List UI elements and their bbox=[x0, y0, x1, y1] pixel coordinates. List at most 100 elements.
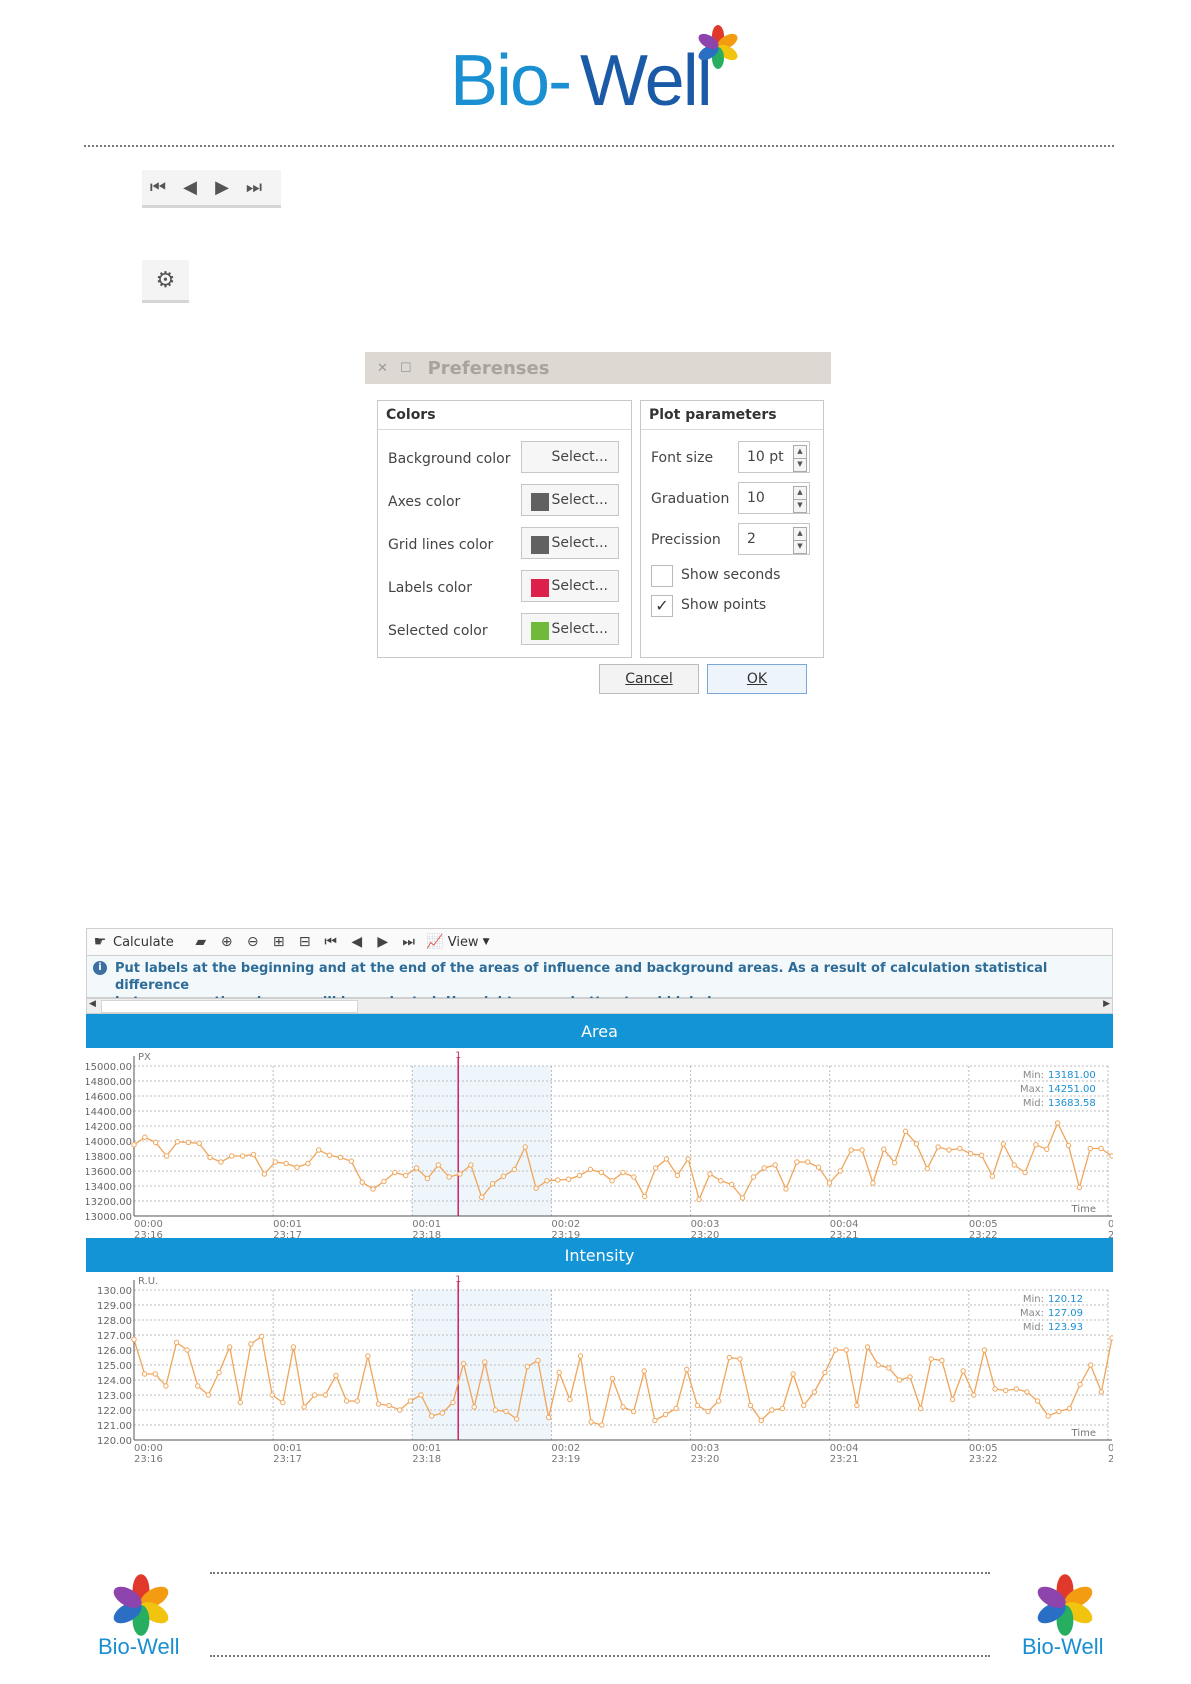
dialog-title: Preferenses bbox=[427, 357, 550, 379]
data-point bbox=[418, 1392, 424, 1398]
calculate-icon[interactable]: ☛ bbox=[87, 934, 113, 950]
font-size-spinbox[interactable]: 10 pt ▲ ▼ bbox=[738, 441, 810, 473]
x-tick-label: 00:03 bbox=[691, 1219, 720, 1230]
spin-up-icon[interactable]: ▲ bbox=[793, 445, 807, 459]
data-point bbox=[598, 1169, 604, 1176]
data-point bbox=[1033, 1142, 1039, 1148]
data-point bbox=[928, 1356, 934, 1362]
next-icon[interactable]: ▶ bbox=[206, 177, 238, 198]
y-tick-label: 13800.00 bbox=[86, 1152, 132, 1163]
next-icon[interactable]: ▶ bbox=[370, 934, 396, 950]
data-point bbox=[370, 1186, 376, 1192]
show-seconds-checkbox[interactable] bbox=[651, 565, 673, 587]
data-point bbox=[174, 1139, 181, 1145]
analysis-panel: ☛ Calculate ▰ ⊕ ⊖ ⊞ ⊟ ⏮ ◀ ▶ ⏭ 📈 View ▼ i… bbox=[86, 928, 1113, 1462]
x-tick-label: 23:22 bbox=[969, 1454, 998, 1462]
area-chart[interactable]: 15000.00 14800.00 14600.00 14400.00 14200.00… bbox=[86, 1048, 1113, 1238]
spin-down-icon[interactable]: ▼ bbox=[793, 540, 807, 554]
comment-icon[interactable]: ▰ bbox=[188, 934, 214, 950]
cancel-button[interactable]: Cancel bbox=[599, 664, 699, 694]
data-point bbox=[142, 1134, 148, 1140]
gear-icon[interactable]: ⚙ bbox=[142, 268, 189, 293]
selected-color-button[interactable]: Select... bbox=[521, 613, 619, 645]
graduation-spinbox[interactable]: 10 ▲ ▼ bbox=[738, 482, 810, 514]
data-point bbox=[152, 1371, 158, 1377]
y-tick-label: 120.00 bbox=[97, 1436, 132, 1447]
precision-spinbox[interactable]: 2 ▲ ▼ bbox=[738, 523, 810, 555]
zoom-out-icon[interactable]: ⊖ bbox=[240, 934, 266, 950]
x-tick-label: 23:21 bbox=[830, 1454, 859, 1462]
zoom-reset-icon[interactable]: ⊟ bbox=[292, 934, 318, 950]
data-point bbox=[913, 1141, 920, 1147]
x-tick-label: 00:05 bbox=[969, 1219, 998, 1230]
scroll-left-icon[interactable]: ◀ bbox=[89, 999, 96, 1009]
data-point bbox=[544, 1178, 550, 1184]
flower-logo-icon bbox=[113, 1574, 169, 1636]
plot-parameters-group: Plot parameters Font size 10 pt ▲ ▼ Grad… bbox=[640, 400, 824, 658]
data-point bbox=[397, 1407, 403, 1413]
data-point bbox=[715, 1398, 722, 1404]
spin-up-icon[interactable]: ▲ bbox=[793, 527, 807, 541]
calculate-button[interactable]: Calculate bbox=[113, 935, 174, 950]
data-point bbox=[924, 1166, 930, 1172]
spin-up-icon[interactable]: ▲ bbox=[793, 486, 807, 500]
prev-icon[interactable]: ◀ bbox=[174, 177, 206, 198]
y-tick-label: 13600.00 bbox=[86, 1167, 132, 1178]
data-point bbox=[237, 1399, 244, 1406]
zoom-fit-icon[interactable]: ⊞ bbox=[266, 934, 292, 950]
data-point bbox=[694, 1402, 701, 1409]
scroll-right-icon[interactable]: ▶ bbox=[1103, 999, 1110, 1009]
data-point bbox=[354, 1398, 360, 1404]
data-point bbox=[500, 1173, 507, 1179]
labels-color-button[interactable]: Select... bbox=[521, 570, 619, 602]
x-tick-label: 00:04 bbox=[830, 1443, 859, 1454]
data-point bbox=[978, 1152, 985, 1158]
data-point bbox=[737, 1356, 743, 1362]
grid-lines-color-button[interactable]: Select... bbox=[521, 527, 619, 559]
data-point bbox=[822, 1369, 828, 1376]
data-point bbox=[609, 1178, 615, 1184]
spin-down-icon[interactable]: ▼ bbox=[793, 458, 807, 472]
data-point bbox=[468, 1162, 474, 1168]
data-point bbox=[248, 1341, 254, 1347]
y-tick-label: 13400.00 bbox=[86, 1182, 132, 1193]
ok-button[interactable]: OK bbox=[707, 664, 807, 694]
font-size-value: 10 pt bbox=[747, 449, 784, 465]
maximize-icon[interactable]: ☐ bbox=[400, 361, 412, 376]
zoom-in-icon[interactable]: ⊕ bbox=[214, 934, 240, 950]
spin-down-icon[interactable]: ▼ bbox=[793, 499, 807, 513]
intensity-chart[interactable]: 130.00 129.00 128.00 127.00 126.00 125.00 124.… bbox=[86, 1272, 1113, 1462]
axes-color-button[interactable]: Select... bbox=[521, 484, 619, 516]
last-icon[interactable]: ⏭ bbox=[396, 934, 422, 950]
data-point bbox=[728, 1181, 735, 1188]
stat-value: 127.09 bbox=[1048, 1308, 1083, 1319]
scrollbar-thumb[interactable] bbox=[101, 1000, 358, 1013]
data-point bbox=[359, 1179, 365, 1185]
x-axis-label: Time bbox=[1071, 1428, 1096, 1439]
chevron-down-icon[interactable]: ▼ bbox=[483, 937, 490, 947]
data-point bbox=[567, 1396, 573, 1403]
first-icon[interactable]: ⏮ bbox=[142, 177, 174, 198]
stat-label: Max: bbox=[1020, 1308, 1044, 1319]
y-tick-label: 130.00 bbox=[97, 1286, 132, 1297]
data-point bbox=[609, 1375, 616, 1382]
close-icon[interactable]: ✕ bbox=[377, 361, 388, 376]
data-point bbox=[269, 1392, 275, 1398]
data-point bbox=[992, 1386, 998, 1392]
axes-color-label: Axes color bbox=[388, 494, 461, 510]
prev-icon[interactable]: ◀ bbox=[344, 934, 370, 950]
data-point bbox=[599, 1422, 605, 1428]
chart-view-icon[interactable]: 📈 bbox=[422, 934, 448, 950]
y-tick-label: 125.00 bbox=[97, 1361, 132, 1372]
horizontal-scrollbar[interactable]: ◀ ▶ bbox=[86, 998, 1113, 1014]
show-points-checkbox[interactable]: ✓ bbox=[651, 595, 673, 617]
background-color-button[interactable]: Select... bbox=[521, 441, 619, 473]
view-dropdown[interactable]: View bbox=[448, 935, 479, 950]
x-tick-label: 23:21 bbox=[830, 1230, 859, 1238]
first-icon[interactable]: ⏮ bbox=[318, 934, 344, 950]
data-point bbox=[479, 1194, 485, 1200]
button-label: Select... bbox=[551, 578, 608, 594]
y-tick-label: 14600.00 bbox=[86, 1092, 132, 1103]
data-point bbox=[837, 1168, 844, 1174]
last-icon[interactable]: ⏭ bbox=[238, 177, 270, 198]
